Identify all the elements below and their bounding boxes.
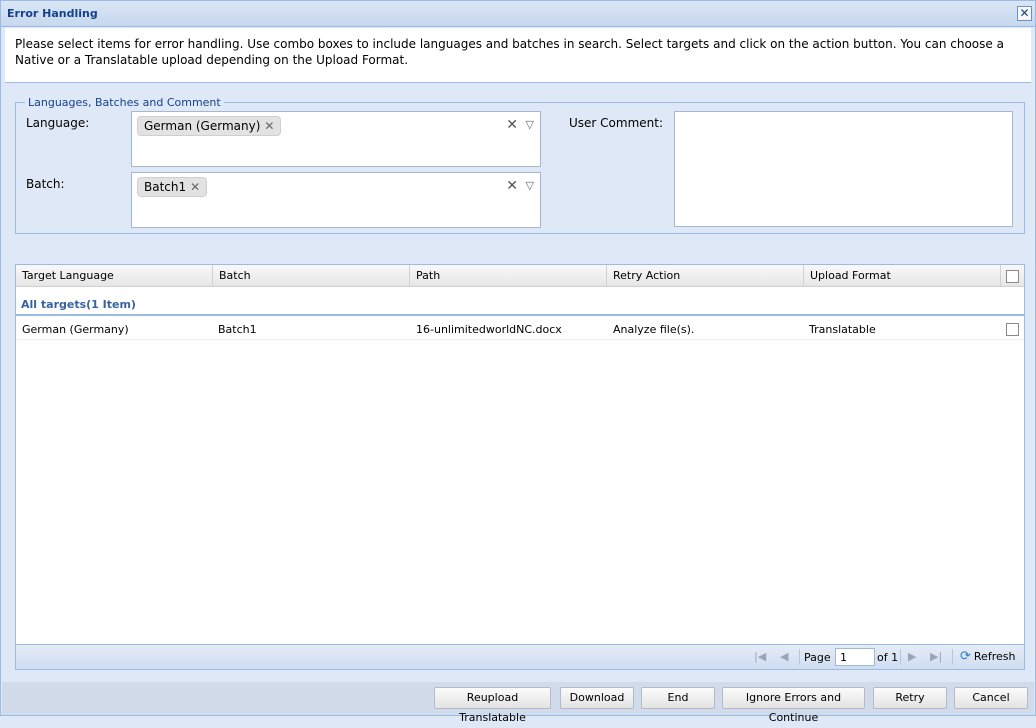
column-header-path[interactable]: Path	[410, 265, 607, 287]
cell-upload-format: Translatable	[809, 323, 876, 336]
targets-grid: Target Language Batch Path Retry Action …	[15, 264, 1025, 670]
dialog-titlebar: Error Handling ✕	[1, 1, 1035, 27]
cancel-button[interactable]: Cancel	[954, 687, 1028, 709]
cell-batch: Batch1	[218, 323, 257, 336]
toolbar-separator	[900, 649, 901, 665]
clear-icon[interactable]: ✕	[506, 178, 518, 194]
user-comment-field[interactable]	[674, 111, 1013, 227]
column-header-batch[interactable]: Batch	[213, 265, 410, 287]
language-label: Language:	[26, 116, 90, 130]
row-checkbox[interactable]	[1006, 323, 1019, 336]
column-header-target-language[interactable]: Target Language	[16, 265, 213, 287]
download-button[interactable]: Download	[560, 687, 634, 709]
batch-chip: Batch1 ✕	[137, 177, 208, 197]
cell-retry-action: Analyze file(s).	[613, 323, 695, 336]
prev-page-icon[interactable]: ◀	[780, 650, 788, 663]
language-combo[interactable]: German (Germany) ✕ ✕ ▽	[131, 111, 541, 167]
column-header-retry-action[interactable]: Retry Action	[607, 265, 804, 287]
criteria-legend: Languages, Batches and Comment	[28, 96, 221, 109]
reupload-translatable-button[interactable]: Reupload Translatable	[434, 687, 551, 724]
grid-header: Target Language Batch Path Retry Action …	[16, 265, 1024, 287]
paging-toolbar: |◀ ◀ Page of 1 ▶ ▶| ⟳Refresh	[16, 644, 1024, 669]
language-chip: German (Germany) ✕	[137, 116, 282, 136]
retry-button[interactable]: Retry	[873, 687, 947, 709]
dropdown-arrow-icon[interactable]: ▽	[526, 179, 534, 192]
batch-chip-label: Batch1	[144, 180, 187, 194]
batch-label: Batch:	[26, 177, 65, 191]
refresh-button[interactable]: ⟳ Refresh	[958, 648, 1017, 667]
remove-chip-icon[interactable]: ✕	[190, 180, 200, 194]
cell-target-language: German (Germany)	[22, 323, 129, 336]
toolbar-separator	[952, 649, 953, 665]
select-all-checkbox[interactable]	[1006, 270, 1019, 283]
error-handling-dialog: Error Handling ✕ Please select items for…	[0, 0, 1036, 724]
page-count-label: of 1	[877, 651, 899, 664]
toolbar-separator	[799, 649, 800, 665]
refresh-icon: ⟳	[960, 649, 971, 664]
group-header-row[interactable]: All targets(1 Item)	[16, 294, 1024, 316]
refresh-label: Refresh	[973, 650, 1016, 663]
dropdown-arrow-icon[interactable]: ▽	[526, 118, 534, 131]
next-page-icon[interactable]: ▶	[908, 650, 916, 663]
close-icon[interactable]: ✕	[1017, 6, 1032, 21]
language-chip-label: German (Germany)	[144, 119, 261, 133]
page-number-input[interactable]	[835, 648, 875, 666]
table-row[interactable]: German (Germany) Batch1 16-unlimitedworl…	[16, 318, 1024, 340]
ignore-errors-and-continue-button[interactable]: Ignore Errors and Continue	[722, 687, 865, 724]
page-label: Page	[804, 651, 831, 664]
user-comment-label: User Comment:	[569, 116, 664, 130]
batch-combo[interactable]: Batch1 ✕ ✕ ▽	[131, 172, 541, 228]
first-page-icon[interactable]: |◀	[754, 650, 766, 663]
column-header-upload-format[interactable]: Upload Format	[804, 265, 1001, 287]
cell-path: 16-unlimitedworldNC.docx	[416, 323, 562, 336]
dialog-title: Error Handling	[7, 7, 98, 20]
remove-chip-icon[interactable]: ✕	[264, 119, 274, 133]
end-button[interactable]: End	[641, 687, 715, 709]
last-page-icon[interactable]: ▶|	[930, 650, 942, 663]
instructions-text: Please select items for error handling. …	[5, 28, 1031, 83]
clear-icon[interactable]: ✕	[506, 117, 518, 133]
